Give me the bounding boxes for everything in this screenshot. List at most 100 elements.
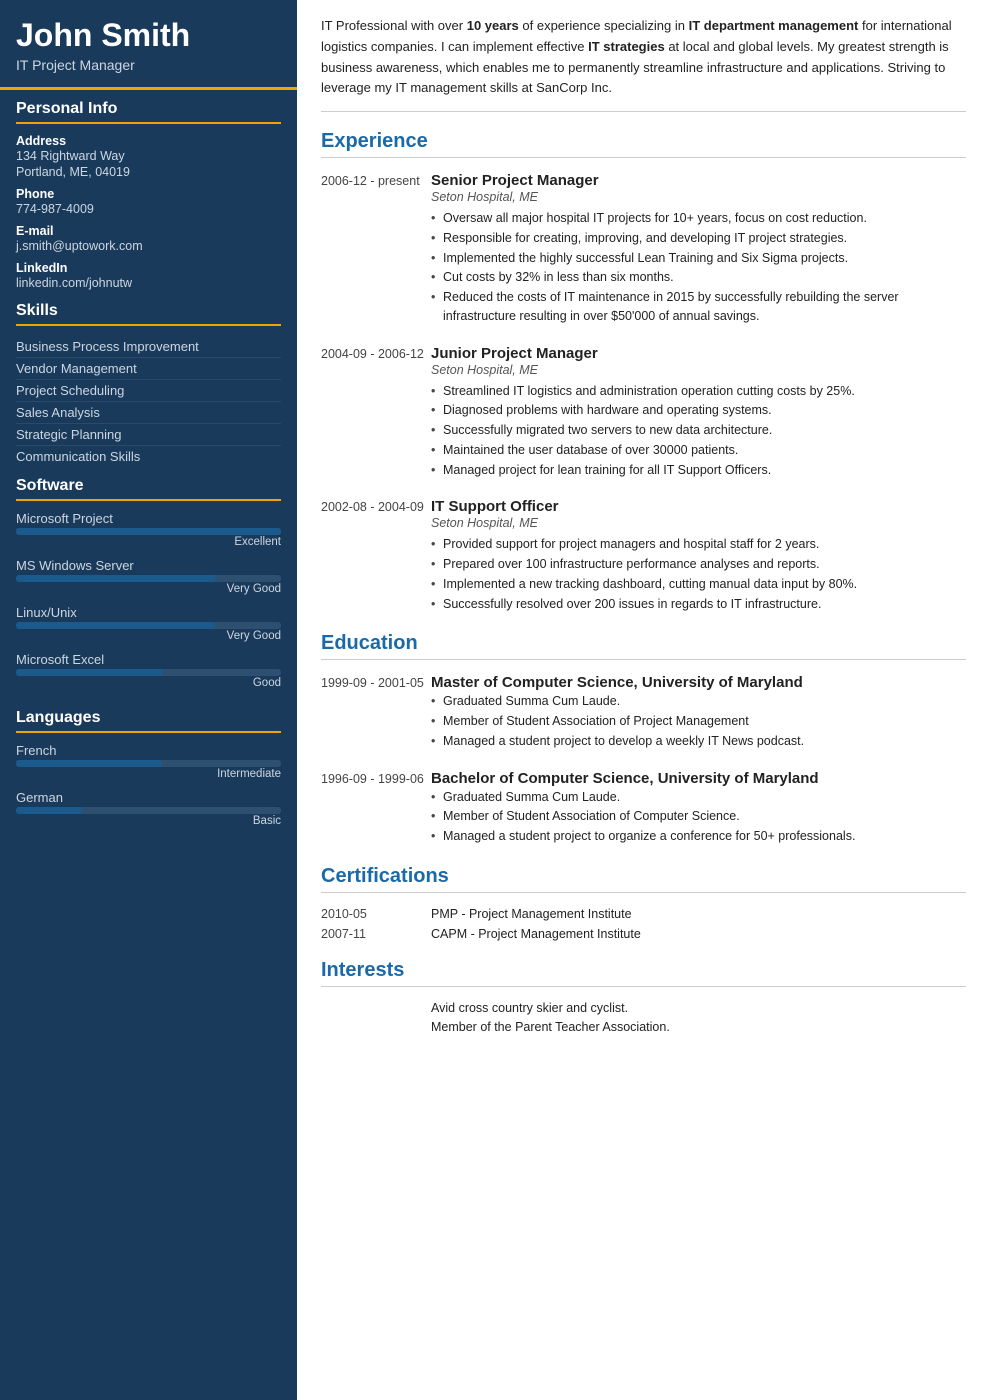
bullet-item: Streamlined IT logistics and administrat… [431,382,966,401]
certifications-section: Certifications 2010-05 PMP - Project Man… [321,865,966,941]
language-name: French [16,743,281,758]
skill-bar-fill [16,528,281,535]
skill-bar-container [16,575,281,582]
entry-bullets: Oversaw all major hospital IT projects f… [431,209,966,326]
cert-date: 2007-11 [321,927,431,941]
bullet-item: Member of Student Association of Project… [431,712,966,731]
entry-body: Bachelor of Computer Science, University… [431,770,966,847]
skill-bar-container [16,528,281,535]
skill-item: Communication Skills [16,446,281,467]
education-entry: 1999-09 - 2001-05 Master of Computer Sci… [321,674,966,751]
summary: IT Professional with over 10 years of ex… [321,16,966,112]
language-item: French Intermediate [16,743,281,780]
entry-date: 1996-09 - 1999-06 [321,770,431,847]
skill-bar-label: Very Good [16,630,281,642]
skill-bar-label: Excellent [16,536,281,548]
bullet-item: Diagnosed problems with hardware and ope… [431,401,966,420]
software-name: Microsoft Project [16,511,281,526]
language-bar-container [16,807,281,814]
skill-bar-container [16,622,281,629]
education-title: Education [321,632,966,660]
bullet-item: Implemented the highly successful Lean T… [431,249,966,268]
entry-date: 2006-12 - present [321,172,431,327]
software-name: MS Windows Server [16,558,281,573]
bullet-item: Member of Student Association of Compute… [431,807,966,826]
bullet-item: Managed a student project to develop a w… [431,732,966,751]
email-value: j.smith@uptowork.com [16,239,281,253]
interests-list: Avid cross country skier and cyclist.Mem… [321,1001,966,1034]
entry-org: Seton Hospital, ME [431,190,966,204]
skill-bar-label: Very Good [16,583,281,595]
bullet-item: Maintained the user database of over 300… [431,441,966,460]
bullet-item: Provided support for project managers an… [431,535,966,554]
linkedin-value: linkedin.com/johnutw [16,276,281,290]
bullet-item: Implemented a new tracking dashboard, cu… [431,575,966,594]
experience-entry: 2004-09 - 2006-12 Junior Project Manager… [321,345,966,481]
skills-section: Skills Business Process ImprovementVendo… [0,292,297,467]
entry-body: Master of Computer Science, University o… [431,674,966,751]
phone-label: Phone [16,187,281,201]
bullet-item: Prepared over 100 infrastructure perform… [431,555,966,574]
phone-value: 774-987-4009 [16,202,281,216]
software-name: Microsoft Excel [16,652,281,667]
experience-title: Experience [321,130,966,158]
experience-entry: 2006-12 - present Senior Project Manager… [321,172,966,327]
certifications-title: Certifications [321,865,966,893]
education-entry: 1996-09 - 1999-06 Bachelor of Computer S… [321,770,966,847]
linkedin-label: LinkedIn [16,261,281,275]
main-content: IT Professional with over 10 years of ex… [297,0,990,1400]
bullet-item: Managed a student project to organize a … [431,827,966,846]
entry-title: Senior Project Manager [431,172,966,189]
skill-bar-fill [16,669,162,676]
skill-item: Strategic Planning [16,424,281,446]
language-bar-fill [16,807,82,814]
software-title: Software [16,467,281,501]
sidebar: John Smith IT Project Manager Personal I… [0,0,297,1400]
entry-bullets: Graduated Summa Cum Laude.Member of Stud… [431,788,966,846]
entry-bullets: Streamlined IT logistics and administrat… [431,382,966,480]
entry-org: Seton Hospital, ME [431,516,966,530]
language-bar-fill [16,760,162,767]
certs-list: 2010-05 PMP - Project Management Institu… [321,907,966,941]
entry-body: Senior Project Manager Seton Hospital, M… [431,172,966,327]
education-list: 1999-09 - 2001-05 Master of Computer Sci… [321,674,966,847]
interest-item: Member of the Parent Teacher Association… [321,1020,966,1034]
skills-title: Skills [16,292,281,326]
language-name: German [16,790,281,805]
software-item: MS Windows Server Very Good [16,558,281,595]
bullet-item: Reduced the costs of IT maintenance in 2… [431,288,966,326]
skill-bar-container [16,669,281,676]
entry-org: Seton Hospital, ME [431,363,966,377]
experience-entry: 2002-08 - 2004-09 IT Support Officer Set… [321,498,966,614]
entry-bullets: Provided support for project managers an… [431,535,966,613]
personal-info-section: Personal Info Address 134 Rightward Way … [0,90,297,290]
entry-date: 2004-09 - 2006-12 [321,345,431,481]
address-line1: 134 Rightward Way [16,149,281,163]
software-item: Linux/Unix Very Good [16,605,281,642]
interests-title: Interests [321,959,966,987]
candidate-name: John Smith [16,18,281,53]
entry-bullets: Graduated Summa Cum Laude.Member of Stud… [431,692,966,750]
skill-item: Project Scheduling [16,380,281,402]
software-item: Microsoft Project Excellent [16,511,281,548]
language-bar-label: Intermediate [16,768,281,780]
language-bar-label: Basic [16,815,281,827]
cert-name: CAPM - Project Management Institute [431,927,641,941]
language-item: German Basic [16,790,281,827]
email-label: E-mail [16,224,281,238]
skill-item: Business Process Improvement [16,336,281,358]
cert-date: 2010-05 [321,907,431,921]
sidebar-header: John Smith IT Project Manager [0,0,297,90]
skill-item: Sales Analysis [16,402,281,424]
entry-title: Master of Computer Science, University o… [431,674,966,691]
language-bar-container [16,760,281,767]
experience-list: 2006-12 - present Senior Project Manager… [321,172,966,614]
experience-section: Experience 2006-12 - present Senior Proj… [321,130,966,614]
cert-row: 2007-11 CAPM - Project Management Instit… [321,927,966,941]
entry-date: 1999-09 - 2001-05 [321,674,431,751]
bullet-item: Oversaw all major hospital IT projects f… [431,209,966,228]
entry-title: Bachelor of Computer Science, University… [431,770,966,787]
entry-body: IT Support Officer Seton Hospital, ME Pr… [431,498,966,614]
skills-list: Business Process ImprovementVendor Manag… [16,336,281,467]
entry-date: 2002-08 - 2004-09 [321,498,431,614]
